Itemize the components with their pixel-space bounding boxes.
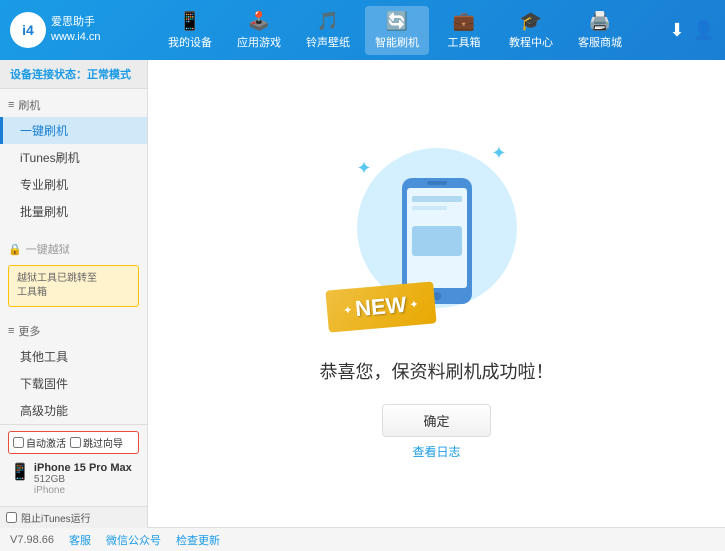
nav: 📱 我的设备 🕹️ 应用游戏 🎵 铃声壁纸 🔄 智能刷机 💼 工具箱 🎓 教程中… (121, 6, 670, 55)
logo-text: 爱思助手 www.i4.cn (51, 15, 101, 46)
sidebar-item-pro-flash[interactable]: 专业刷机 (0, 171, 147, 198)
nav-label-toolbox: 工具箱 (448, 34, 481, 50)
nav-label-smart-flash: 智能刷机 (375, 34, 419, 50)
header-actions: ⬇ 👤 (669, 20, 715, 41)
auto-activate-option[interactable]: 自动激活 (13, 435, 66, 450)
footer-version: V7.98.66 (10, 534, 54, 546)
confirm-button[interactable]: 确定 (382, 404, 490, 437)
device-name: iPhone 15 Pro Max (34, 462, 137, 474)
ringtone-icon: 🎵 (317, 11, 339, 32)
logo-icon: i4 (10, 12, 46, 48)
success-illustration: ✦ ✦ ✦ NEW ✦ (337, 128, 537, 348)
device-phone-icon: 📱 (10, 462, 30, 482)
more-section-header: ≡ 更多 (0, 319, 147, 343)
my-device-icon: 📱 (179, 11, 201, 32)
footer-link-wechat[interactable]: 微信公众号 (106, 532, 161, 548)
sparkle-right-icon: ✦ (491, 143, 506, 164)
jailbreak-disabled: 🔒 一键越狱 (0, 237, 147, 261)
itunes-bar: 阻止iTunes运行 (0, 506, 147, 528)
view-log-button[interactable]: 查看日志 (412, 443, 460, 460)
user-icon[interactable]: 👤 (693, 20, 715, 41)
sidebar-bottom: 自动激活 跳过向导 📱 iPhone 15 Pro Max 512GB iPho… (0, 424, 147, 506)
jailbreak-notice: 越狱工具已跳转至 工具箱 (8, 265, 139, 307)
nav-item-toolbox[interactable]: 💼 工具箱 (434, 6, 494, 55)
device-type: iPhone (34, 485, 137, 496)
tutorial-icon: 🎓 (520, 11, 542, 32)
flash-section-header: ≡ 刷机 (0, 93, 147, 117)
success-message: 恭喜您，保资料刷机成功啦！ (320, 358, 554, 384)
header: i4 爱思助手 www.i4.cn 📱 我的设备 🕹️ 应用游戏 🎵 铃声壁纸 … (0, 0, 725, 60)
new-ribbon: ✦ NEW ✦ (325, 281, 436, 332)
download-icon[interactable]: ⬇ (669, 20, 684, 41)
sparkle-left-icon: ✦ (357, 158, 372, 179)
nav-label-service: 客服商城 (578, 34, 622, 50)
footer-links: 客服 微信公众号 检查更新 (69, 532, 220, 548)
nav-item-smart-flash[interactable]: 🔄 智能刷机 (365, 6, 429, 55)
service-icon: 🖨️ (589, 11, 611, 32)
jailbreak-lock-icon: 🔒 (8, 243, 22, 256)
nav-item-service[interactable]: 🖨️ 客服商城 (568, 6, 632, 55)
sidebar-item-onekey-flash[interactable]: 一键刷机 (0, 117, 147, 144)
nav-item-my-device[interactable]: 📱 我的设备 (158, 6, 222, 55)
app-game-icon: 🕹️ (248, 11, 270, 32)
connection-status: 设备连接状态：正常模式 (0, 60, 147, 89)
more-section-icon: ≡ (8, 325, 14, 337)
nav-label-ringtone: 铃声壁纸 (306, 34, 350, 50)
flash-section: ≡ 刷机 一键刷机 iTunes刷机 专业刷机 批量刷机 (0, 89, 147, 229)
main-layout: 设备连接状态：正常模式 ≡ 刷机 一键刷机 iTunes刷机 专业刷机 批量刷机… (0, 60, 725, 527)
device-info: 📱 iPhone 15 Pro Max 512GB iPhone (8, 458, 139, 500)
footer-link-update[interactable]: 检查更新 (176, 532, 220, 548)
new-ribbon-text: NEW (354, 291, 407, 321)
sidebar-item-itunes-flash[interactable]: iTunes刷机 (0, 144, 147, 171)
nav-label-my-device: 我的设备 (168, 34, 212, 50)
sidebar-item-other-tools[interactable]: 其他工具 (0, 343, 147, 370)
sidebar-item-download-firmware[interactable]: 下载固件 (0, 370, 147, 397)
nav-label-app-game: 应用游戏 (237, 34, 281, 50)
skip-guide-checkbox[interactable] (70, 437, 81, 448)
smart-flash-icon: 🔄 (386, 11, 408, 32)
footer-link-service[interactable]: 客服 (69, 532, 91, 548)
nav-item-ringtone[interactable]: 🎵 铃声壁纸 (296, 6, 360, 55)
block-itunes-checkbox[interactable] (6, 512, 17, 523)
sidebar: 设备连接状态：正常模式 ≡ 刷机 一键刷机 iTunes刷机 专业刷机 批量刷机… (0, 60, 148, 527)
nav-label-tutorial: 教程中心 (509, 34, 553, 50)
sidebar-item-advanced[interactable]: 高级功能 (0, 397, 147, 424)
logo: i4 爱思助手 www.i4.cn (10, 12, 101, 48)
device-storage: 512GB (34, 474, 137, 485)
device-details: iPhone 15 Pro Max 512GB iPhone (34, 462, 137, 496)
sidebar-item-batch-flash[interactable]: 批量刷机 (0, 198, 147, 225)
footer: V7.98.66 客服 微信公众号 检查更新 (0, 527, 725, 551)
auto-options-container: 自动激活 跳过向导 (8, 431, 139, 454)
content-area: ✦ ✦ ✦ NEW ✦ (148, 60, 725, 527)
nav-item-tutorial[interactable]: 🎓 教程中心 (499, 6, 563, 55)
flash-section-icon: ≡ (8, 99, 14, 111)
auto-activate-checkbox[interactable] (13, 437, 24, 448)
toolbox-icon: 💼 (453, 11, 475, 32)
skip-guide-option[interactable]: 跳过向导 (70, 435, 123, 450)
nav-item-app-game[interactable]: 🕹️ 应用游戏 (227, 6, 291, 55)
flash-section-label: 刷机 (18, 97, 40, 113)
